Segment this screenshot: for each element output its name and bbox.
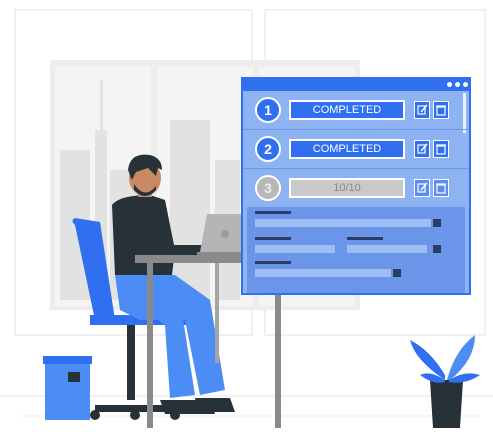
- task-number: 1: [255, 97, 281, 123]
- form-label: [255, 237, 291, 240]
- form-checkbox[interactable]: [433, 245, 441, 253]
- form-label: [255, 261, 291, 264]
- edit-icon[interactable]: [414, 140, 430, 158]
- trash-icon[interactable]: [433, 101, 449, 119]
- task-number: 2: [255, 136, 281, 162]
- trash-icon[interactable]: [433, 140, 449, 158]
- form-field[interactable]: [255, 219, 431, 227]
- form-field[interactable]: [347, 245, 427, 253]
- window-menu-dot: [455, 82, 460, 87]
- scrollbar[interactable]: [463, 93, 466, 133]
- form-area: [247, 207, 465, 293]
- task-status: COMPLETED: [289, 100, 405, 120]
- panel-titlebar: [243, 79, 469, 91]
- form-label: [255, 211, 291, 214]
- form-field[interactable]: [255, 269, 391, 277]
- task-status: COMPLETED: [289, 139, 405, 159]
- edit-icon[interactable]: [414, 101, 430, 119]
- task-row-1[interactable]: 1 COMPLETED: [249, 93, 454, 127]
- task-row-2[interactable]: 2 COMPLETED: [249, 132, 454, 166]
- form-checkbox[interactable]: [433, 219, 441, 227]
- edit-icon[interactable]: [414, 179, 430, 197]
- task-status: 10/10: [289, 178, 405, 198]
- task-row-3[interactable]: 3 10/10: [249, 171, 454, 205]
- illustration-scene: 1 COMPLETED 2 COMPLETED 3 10/10: [0, 0, 493, 430]
- row-divider: [243, 129, 469, 130]
- task-number: 3: [255, 175, 281, 201]
- trash-icon[interactable]: [433, 179, 449, 197]
- potted-plant: [410, 335, 480, 428]
- form-checkbox[interactable]: [393, 269, 401, 277]
- form-label: [347, 237, 383, 240]
- form-field[interactable]: [255, 245, 335, 253]
- window-menu-dot: [463, 82, 468, 87]
- window-menu-dots-icon[interactable]: [447, 82, 452, 87]
- task-panel: 1 COMPLETED 2 COMPLETED 3 10/10: [241, 77, 471, 295]
- row-divider: [243, 168, 469, 169]
